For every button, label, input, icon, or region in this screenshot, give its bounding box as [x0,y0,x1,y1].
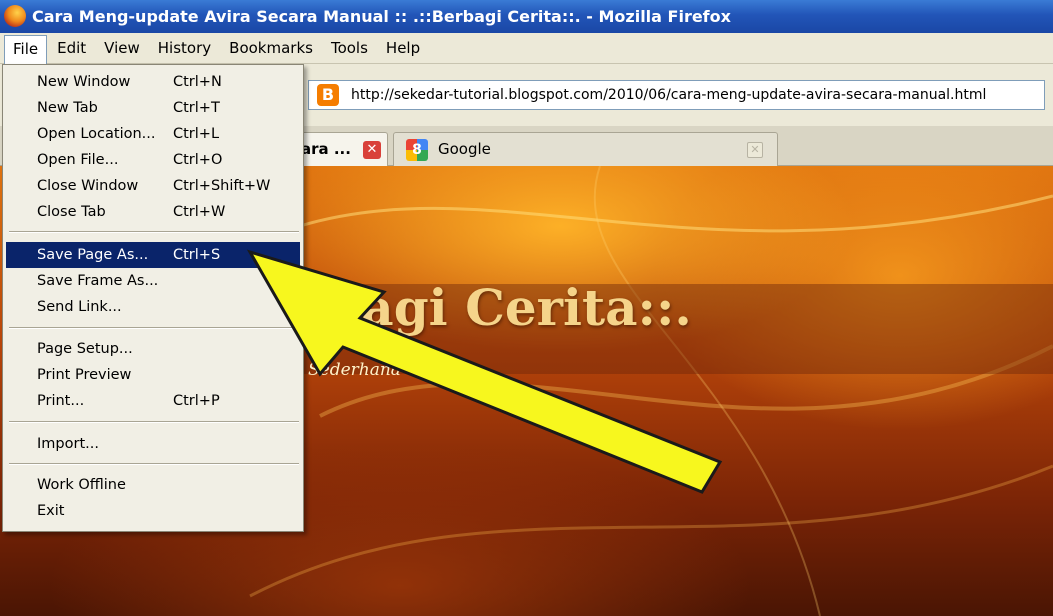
menu-bar: File Edit View History Bookmarks Tools H… [0,33,1053,64]
file-menu-dropdown: New Window Ctrl+N New Tab Ctrl+T Open Lo… [2,64,304,532]
url-bar[interactable]: B http://sekedar-tutorial.blogspot.com/2… [308,80,1045,110]
firefox-icon [4,5,26,27]
tab-close-icon[interactable]: ✕ [747,142,763,158]
menu-item-import[interactable]: Import... [6,431,300,457]
menu-item-page-setup[interactable]: Page Setup... [6,336,300,362]
menu-item-close-window[interactable]: Close Window Ctrl+Shift+W [6,173,300,199]
menu-edit[interactable]: Edit [49,35,94,61]
menu-separator [9,231,299,233]
menu-tools[interactable]: Tools [323,35,376,61]
menu-view[interactable]: View [96,35,148,61]
menu-item-work-offline[interactable]: Work Offline [6,472,300,498]
menu-item-exit[interactable]: Exit [6,498,300,524]
window-title-bar: Cara Meng-update Avira Secara Manual :: … [0,0,1053,33]
menu-bookmarks[interactable]: Bookmarks [221,35,321,61]
menu-item-close-tab[interactable]: Close Tab Ctrl+W [6,199,300,225]
menu-item-send-link[interactable]: Send Link... [6,294,300,320]
menu-history[interactable]: History [150,35,219,61]
menu-item-save-page-as[interactable]: Save Page As... Ctrl+S [6,242,300,268]
site-title[interactable]: rbagi Cerita::. [300,278,692,337]
menu-item-print[interactable]: Print... Ctrl+P [6,388,300,414]
blogger-favicon-icon: B [317,84,339,106]
url-text: http://sekedar-tutorial.blogspot.com/201… [351,87,987,103]
tab-current-label: ara ... [301,140,351,158]
menu-separator [9,421,299,423]
tab-google-label: Google [438,140,491,158]
menu-help[interactable]: Help [378,35,428,61]
tab-close-icon[interactable]: ✕ [363,141,381,159]
site-tagline: Sederhana Unt ula [308,360,471,380]
menu-item-open-location[interactable]: Open Location... Ctrl+L [6,121,300,147]
menu-file[interactable]: File [4,34,48,64]
menu-separator [9,463,299,465]
window-title: Cara Meng-update Avira Secara Manual :: … [32,7,731,26]
tab-google[interactable]: 8 Google ✕ [393,132,778,166]
menu-item-new-tab[interactable]: New Tab Ctrl+T [6,95,300,121]
google-favicon-icon: 8 [406,139,428,161]
menu-item-new-window[interactable]: New Window Ctrl+N [6,69,300,95]
menu-item-open-file[interactable]: Open File... Ctrl+O [6,147,300,173]
menu-separator [9,327,299,329]
menu-item-print-preview[interactable]: Print Preview [6,362,300,388]
menu-item-save-frame-as[interactable]: Save Frame As... [6,268,300,294]
